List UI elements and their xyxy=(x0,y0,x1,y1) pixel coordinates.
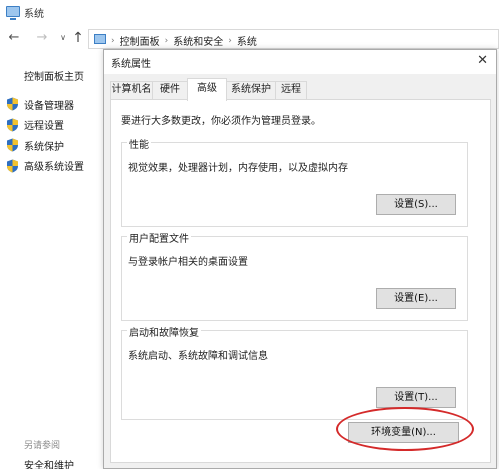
address-bar[interactable]: › 控制面板 › 系统和安全 › 系统 xyxy=(88,29,499,49)
see-also-heading: 另请参阅 xyxy=(24,441,61,451)
recent-locations-chevron-icon[interactable]: ∨ xyxy=(55,30,71,46)
nav-list: 设备管理器 远程设置 系统保护 高级系统设置 xyxy=(6,94,84,176)
group-description: 与登录帐户相关的桌面设置 xyxy=(128,257,248,268)
dialog-title: 系统属性 xyxy=(111,59,151,70)
tab-advanced[interactable]: 高级 xyxy=(187,78,227,101)
nav-item-label: 高级系统设置 xyxy=(24,162,84,174)
group-description: 系统启动、系统故障和调试信息 xyxy=(128,351,268,362)
breadcrumb-system-security[interactable]: 系统和安全 xyxy=(173,33,223,48)
advanced-tab-panel: 要进行大多数更改，你必须作为管理员登录。 性能 视觉效果，处理器计划，内存使用，… xyxy=(110,99,491,463)
tab-hardware[interactable]: 硬件 xyxy=(152,81,188,99)
control-panel-home-link[interactable]: 控制面板主页 xyxy=(24,68,84,83)
tab-system-protection[interactable]: 系统保护 xyxy=(226,81,276,99)
close-icon[interactable]: ✕ xyxy=(477,54,488,68)
window-title-bar: 系统 xyxy=(0,0,499,24)
back-arrow-icon[interactable]: ← xyxy=(6,30,22,46)
environment-variables-button[interactable]: 环境变量(N)... xyxy=(348,422,459,443)
dialog-title-bar: 系统属性 ✕ xyxy=(104,50,496,74)
group-startup-recovery: 启动和故障恢复 系统启动、系统故障和调试信息 设置(T)... xyxy=(121,324,468,420)
breadcrumb-control-panel[interactable]: 控制面板 xyxy=(120,33,160,48)
window-title: 系统 xyxy=(24,9,44,20)
nav-item-label: 设备管理器 xyxy=(24,100,74,112)
group-title: 性能 xyxy=(127,136,151,151)
nav-item-advanced-system-settings[interactable]: 高级系统设置 xyxy=(6,156,84,177)
breadcrumb-separator-icon[interactable]: › xyxy=(165,36,169,46)
startup-recovery-settings-button[interactable]: 设置(T)... xyxy=(376,387,456,408)
nav-item-label: 远程设置 xyxy=(24,121,64,133)
nav-item-device-manager[interactable]: 设备管理器 xyxy=(6,94,84,115)
breadcrumb-system[interactable]: 系统 xyxy=(237,33,257,48)
group-performance: 性能 视觉效果，处理器计划，内存使用，以及虚拟内存 设置(S)... xyxy=(121,136,468,227)
breadcrumb-separator-icon[interactable]: › xyxy=(228,36,232,46)
security-maintenance-link[interactable]: 安全和维护 xyxy=(24,457,74,469)
nav-item-system-protection[interactable]: 系统保护 xyxy=(6,135,84,156)
group-user-profiles: 用户配置文件 与登录帐户相关的桌面设置 设置(E)... xyxy=(121,230,468,321)
breadcrumb: › 控制面板 › 系统和安全 › 系统 xyxy=(111,33,257,49)
control-panel-icon xyxy=(94,34,106,44)
group-description: 视觉效果，处理器计划，内存使用，以及虚拟内存 xyxy=(128,163,348,174)
user-profiles-settings-button[interactable]: 设置(E)... xyxy=(376,288,456,309)
shield-icon xyxy=(7,97,18,111)
shield-icon xyxy=(7,159,18,173)
system-window-icon xyxy=(6,6,20,20)
tab-remote[interactable]: 远程 xyxy=(275,81,307,99)
left-nav-pane: 控制面板主页 设备管理器 远程设置 系统保护 高级系统设置 另请参阅 安全和维护 xyxy=(0,56,104,469)
group-title: 启动和故障恢复 xyxy=(127,324,201,339)
breadcrumb-separator-icon[interactable]: › xyxy=(111,36,115,46)
nav-item-label: 系统保护 xyxy=(24,141,64,153)
performance-settings-button[interactable]: 设置(S)... xyxy=(376,194,456,215)
shield-icon xyxy=(7,118,18,132)
shield-icon xyxy=(7,138,18,152)
nav-item-remote-settings[interactable]: 远程设置 xyxy=(6,115,84,136)
group-title: 用户配置文件 xyxy=(127,230,191,245)
tab-computer-name[interactable]: 计算机名 xyxy=(110,81,153,99)
system-properties-dialog: 系统属性 ✕ 计算机名 硬件 高级 系统保护 远程 要进行大多数更改，你必须作为… xyxy=(103,49,497,469)
admin-note: 要进行大多数更改，你必须作为管理员登录。 xyxy=(121,116,321,127)
up-arrow-icon[interactable]: ↑ xyxy=(70,30,86,46)
forward-arrow-icon[interactable]: → xyxy=(34,30,50,46)
